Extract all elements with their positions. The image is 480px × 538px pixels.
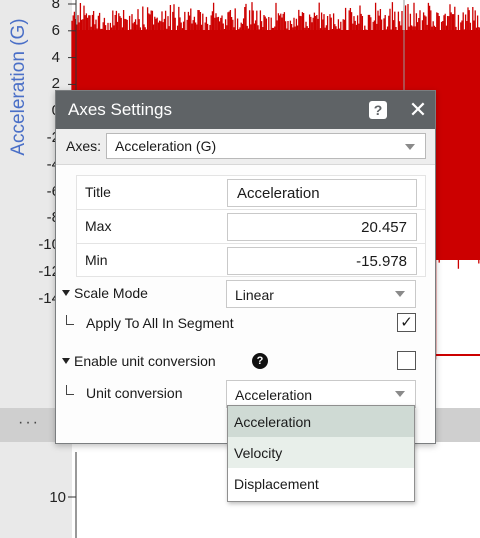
chevron-down-icon bbox=[395, 291, 405, 297]
axes-label: Axes: bbox=[66, 138, 102, 154]
scale-mode-row: Scale Mode Linear bbox=[62, 277, 426, 311]
apply-all-checkbox[interactable]: ✓ bbox=[397, 313, 416, 332]
y-tick-label: -2 bbox=[46, 129, 60, 146]
axes-select[interactable]: Acceleration (G) bbox=[106, 133, 426, 159]
help-icon[interactable]: ? bbox=[369, 101, 387, 119]
tree-elbow-icon bbox=[66, 315, 74, 325]
y-tick-label: 8 bbox=[51, 0, 60, 12]
unit-conversion-value: Acceleration bbox=[235, 387, 313, 403]
axes-row: Axes: Acceleration (G) bbox=[56, 129, 435, 165]
dialog-titlebar[interactable]: Axes Settings ? ✕ bbox=[56, 91, 435, 129]
lower-tick-label: 10 bbox=[49, 489, 66, 506]
dropdown-option-displacement[interactable]: Displacement bbox=[228, 468, 414, 499]
dropdown-option-velocity[interactable]: Velocity bbox=[228, 437, 414, 468]
y-tick-label: 4 bbox=[51, 48, 60, 66]
title-label: Title bbox=[85, 184, 111, 200]
scale-mode-value: Linear bbox=[235, 287, 274, 303]
title-input[interactable]: Acceleration bbox=[227, 179, 417, 207]
scale-mode-label: Scale Mode bbox=[74, 285, 148, 301]
y-tick-label: -8 bbox=[46, 209, 60, 227]
axes-select-value: Acceleration (G) bbox=[115, 138, 217, 154]
y-tick-label: -4 bbox=[46, 155, 60, 173]
unit-conversion-select[interactable]: Acceleration bbox=[226, 380, 416, 408]
max-input[interactable]: 20.457 bbox=[227, 213, 417, 241]
min-label: Min bbox=[85, 252, 108, 268]
min-input[interactable]: -15.978 bbox=[227, 247, 417, 275]
max-row: Max 20.457 bbox=[76, 209, 426, 243]
y-tick-label: 6 bbox=[51, 21, 60, 39]
apply-all-row: Apply To All In Segment ✓ bbox=[62, 307, 426, 341]
y-tick-label: -6 bbox=[46, 182, 60, 200]
y-tick-label: -14 bbox=[38, 289, 60, 307]
unit-conversion-dropdown-list: Acceleration Velocity Displacement bbox=[227, 405, 415, 502]
info-icon[interactable]: ? bbox=[252, 353, 268, 369]
enable-conversion-checkbox[interactable] bbox=[397, 351, 416, 370]
dialog-title: Axes Settings bbox=[68, 100, 172, 119]
apply-all-label: Apply To All In Segment bbox=[86, 315, 234, 331]
title-row: Title Acceleration bbox=[76, 175, 426, 209]
chevron-down-icon bbox=[405, 144, 415, 150]
min-row: Min -15.978 bbox=[76, 243, 426, 277]
enable-conversion-row: Enable unit conversion ? bbox=[62, 345, 426, 379]
unit-conversion-label: Unit conversion bbox=[86, 385, 183, 401]
y-tick-label: -12 bbox=[38, 263, 60, 280]
y-tick-label: 0 bbox=[20, 102, 60, 119]
axes-settings-dialog: Axes Settings ? ✕ Axes: Acceleration (G)… bbox=[55, 90, 436, 444]
y-tick-label: 2 bbox=[51, 75, 60, 93]
y-tick-label: -10 bbox=[38, 236, 60, 254]
enable-conversion-label: Enable unit conversion bbox=[74, 353, 216, 369]
expand-triangle-icon[interactable] bbox=[62, 290, 70, 296]
close-icon[interactable]: ✕ bbox=[406, 97, 430, 123]
max-label: Max bbox=[85, 218, 112, 234]
tree-elbow-icon bbox=[66, 385, 74, 395]
chevron-down-icon bbox=[395, 391, 405, 397]
separator-dots[interactable]: ··· bbox=[18, 414, 40, 432]
scale-mode-select[interactable]: Linear bbox=[226, 280, 416, 308]
expand-triangle-icon[interactable] bbox=[62, 358, 70, 364]
dropdown-option-acceleration[interactable]: Acceleration bbox=[228, 406, 414, 437]
